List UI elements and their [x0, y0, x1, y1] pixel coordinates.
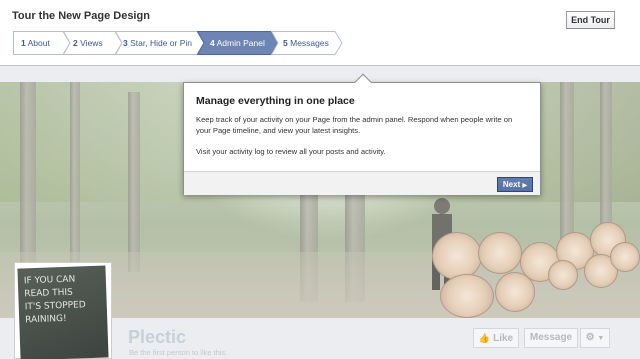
tree-trunk [600, 82, 612, 242]
log [440, 274, 494, 318]
log [432, 232, 482, 280]
gear-menu-button[interactable]: ⚙ ▼ [580, 328, 610, 348]
tour-popup: Manage everything in one place Keep trac… [183, 73, 541, 195]
chevron-down-icon: ▼ [597, 335, 605, 342]
triangle-right-icon: ▶ [522, 183, 528, 189]
popup-footer: Next ▶ [184, 171, 540, 195]
tour-steps: 1 About 2 Views 3 Star, Hide or Pin 4 Ad… [13, 31, 343, 55]
step-number: 4 [210, 38, 215, 48]
tour-title: Tour the New Page Design [12, 10, 150, 22]
gear-icon: ⚙ [585, 332, 595, 343]
step-label: Messages [290, 38, 329, 48]
page-like-prompt: Be the first person to like this. [129, 348, 228, 357]
tour-step-admin-panel[interactable]: 4 Admin Panel [197, 31, 279, 55]
next-button[interactable]: Next ▶ [497, 177, 533, 192]
step-number: 3 [123, 38, 128, 48]
like-button[interactable]: 👍 Like [473, 328, 519, 348]
popup-description: Keep track of your activity on your Page… [196, 115, 513, 135]
chalkboard-line: RAINING! [25, 313, 67, 326]
step-number: 1 [21, 38, 26, 48]
tree-trunk [560, 82, 574, 252]
log [478, 232, 522, 274]
step-label: About [27, 38, 50, 48]
step-label: Views [80, 38, 103, 48]
log [548, 260, 578, 290]
tour-step-messages[interactable]: 5 Messages [271, 31, 343, 55]
profile-picture[interactable]: IF YOU CAN READ THIS IT'S STOPPED RAININ… [14, 262, 112, 359]
popup-pointer [354, 73, 372, 91]
tour-step-views[interactable]: 2 Views [63, 31, 123, 55]
tree-trunk [128, 92, 140, 272]
end-tour-button[interactable]: End Tour [566, 11, 615, 29]
log [495, 272, 535, 312]
step-label: Admin Panel [216, 38, 265, 48]
popup-title: Manage everything in one place [196, 95, 355, 107]
tree-trunk [70, 82, 80, 272]
popup-activity-log-text: Visit your activity log to review all yo… [196, 147, 386, 156]
log [610, 242, 640, 272]
step-label: Star, Hide or Pin [130, 38, 192, 48]
next-label: Next [502, 180, 521, 189]
like-label: Like [493, 333, 514, 344]
tour-step-about[interactable]: 1 About [13, 31, 71, 55]
tour-bar: Tour the New Page Design End Tour 1 Abou… [0, 0, 640, 66]
message-button[interactable]: Message [524, 328, 578, 348]
chalkboard-image: IF YOU CAN READ THIS IT'S STOPPED RAININ… [17, 265, 109, 359]
thumbs-up-icon: 👍 [478, 333, 491, 343]
step-number: 2 [73, 38, 78, 48]
step-number: 5 [283, 38, 288, 48]
page-name[interactable]: Plectic [128, 327, 186, 348]
tour-step-star-hide-pin[interactable]: 3 Star, Hide or Pin [115, 31, 205, 55]
